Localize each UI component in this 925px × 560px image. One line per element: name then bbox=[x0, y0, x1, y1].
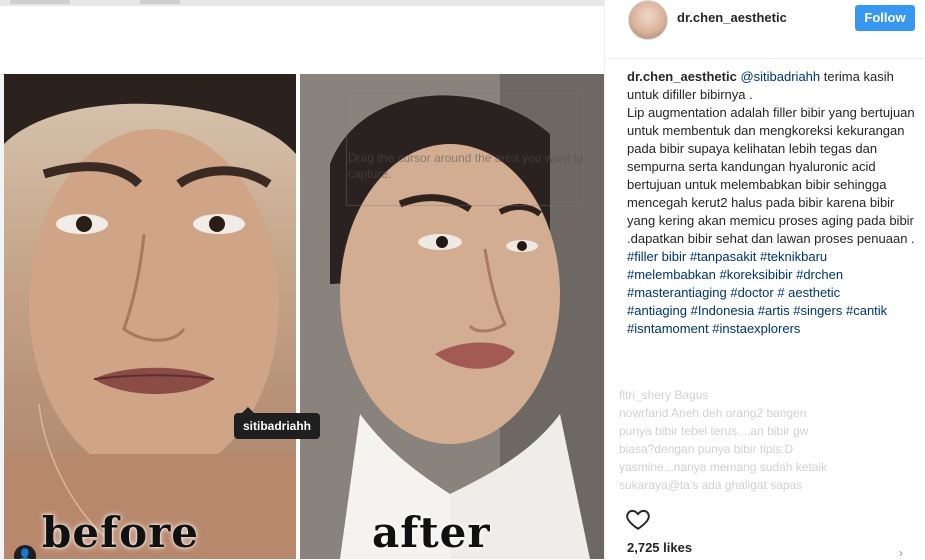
comment-item: nowrfarid Aneh deh orang2 bangen bbox=[619, 406, 807, 420]
comment-item: punya bibir tebel terus....an bibir gw bbox=[619, 424, 809, 438]
before-photo bbox=[4, 74, 296, 559]
post-header: dr.chen_aesthetic Follow bbox=[605, 0, 925, 59]
likes-count[interactable]: 2,725 likes bbox=[627, 540, 692, 555]
hashtag-line[interactable]: #isntamoment #instaexplorers bbox=[627, 320, 919, 338]
hashtag-line[interactable]: #masterantiaging #doctor # aesthetic bbox=[627, 284, 919, 302]
username-link[interactable]: dr.chen_aesthetic bbox=[677, 10, 787, 25]
post-sidebar: dr.chen_aesthetic Follow dr.chen_aesthet… bbox=[604, 0, 925, 559]
post-caption: dr.chen_aesthetic @sitibadriahh terima k… bbox=[627, 68, 919, 338]
follow-button[interactable]: Follow bbox=[855, 5, 915, 31]
heart-icon[interactable] bbox=[625, 506, 651, 532]
after-label: after bbox=[372, 508, 491, 557]
top-tab-strip bbox=[0, 0, 604, 6]
caption-body: Lip augmentation adalah filler bibir yan… bbox=[627, 105, 915, 246]
comment-item: fitri_shery Bagus bbox=[619, 388, 709, 402]
mention-link[interactable]: @sitibadriahh bbox=[740, 69, 820, 84]
comments-list: fitri_shery Bagus nowrfarid Aneh deh ora… bbox=[619, 386, 915, 494]
comment-item: biasa?dengan punya bibir tipis:D bbox=[619, 442, 794, 456]
next-arrow-icon[interactable]: › bbox=[899, 546, 903, 560]
avatar[interactable] bbox=[628, 0, 668, 40]
post-media[interactable]: Drag the cursor around the area you want… bbox=[0, 0, 604, 559]
media-browser-strip bbox=[0, 0, 604, 75]
comment-item: yasmine...nanya memang sudah ketaik bbox=[619, 460, 828, 474]
hashtag-line[interactable]: #melembabkan #koreksibibir #drchen bbox=[627, 266, 919, 284]
capture-region-outline bbox=[346, 92, 584, 206]
tab-indicator bbox=[140, 0, 180, 4]
hashtag-line[interactable]: #antiaging #Indonesia #artis #singers #c… bbox=[627, 302, 919, 320]
before-face-illustration bbox=[4, 74, 296, 559]
post-actions bbox=[625, 506, 915, 534]
capture-hint: Drag the cursor around the area you want… bbox=[348, 151, 584, 181]
comment-item: sukaraya@ta's ada ghaligat sapas bbox=[619, 478, 803, 492]
hashtag-line[interactable]: #filler bibir #tanpasakit #teknikbaru bbox=[627, 248, 919, 266]
user-tag-bubble[interactable]: sitibadriahh bbox=[234, 407, 321, 439]
before-label: before bbox=[42, 508, 200, 557]
caption-author-link[interactable]: dr.chen_aesthetic bbox=[627, 69, 737, 84]
tab-indicator bbox=[10, 0, 70, 4]
